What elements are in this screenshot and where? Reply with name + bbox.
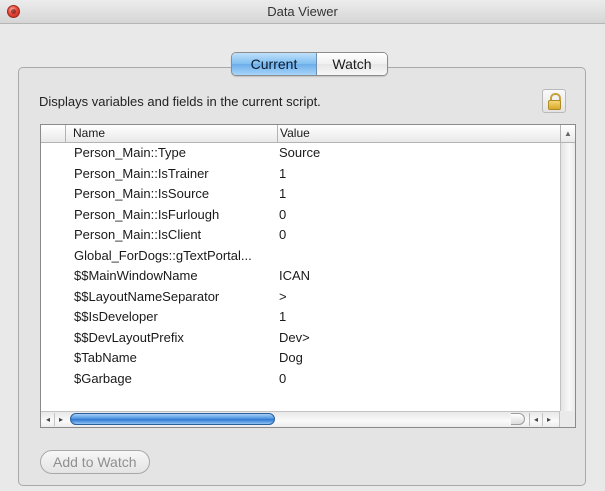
variables-table: Name Value ▲ Person_Main::Type Source Pe… xyxy=(40,124,576,428)
row-name: $$IsDeveloper xyxy=(74,309,158,324)
table-row[interactable]: Person_Main::IsTrainer 1 xyxy=(41,164,559,185)
table-header: Name Value ▲ xyxy=(41,125,575,143)
table-row[interactable]: Global_ForDogs::gTextPortal... xyxy=(41,246,559,267)
window-content: Current Watch Displays variables and fie… xyxy=(0,24,605,491)
table-row[interactable]: Person_Main::IsFurlough 0 xyxy=(41,205,559,226)
scroll-left-end-icon[interactable]: ◂ xyxy=(529,413,542,426)
row-name: $$LayoutNameSeparator xyxy=(74,288,220,304)
row-name: $$MainWindowName xyxy=(74,268,198,283)
add-to-watch-button[interactable]: Add to Watch xyxy=(40,450,150,474)
scroll-right-icon[interactable]: ▸ xyxy=(54,413,67,426)
lock-button[interactable] xyxy=(542,89,566,113)
title-bar: Data Viewer xyxy=(0,0,605,24)
table-row[interactable]: Person_Main::IsClient 0 xyxy=(41,225,559,246)
column-header-value[interactable]: Value xyxy=(278,125,560,142)
tab-watch[interactable]: Watch xyxy=(317,53,387,75)
column-header-name[interactable]: Name xyxy=(67,125,278,142)
row-name: $$DevLayoutPrefix xyxy=(74,329,184,345)
table-row[interactable]: $TabName Dog xyxy=(41,348,559,369)
row-value: 1 xyxy=(279,186,287,201)
view-tabs: Current Watch xyxy=(231,52,388,76)
row-name: $Garbage xyxy=(74,370,132,386)
row-value: 1 xyxy=(279,165,287,181)
row-name: Person_Main::IsTrainer xyxy=(74,165,209,181)
horizontal-scrollbar[interactable]: ◂ ▸ ◂ ▸ xyxy=(41,411,575,427)
row-value: 0 xyxy=(279,370,287,386)
lock-icon-body xyxy=(548,100,561,110)
row-value: Dog xyxy=(279,350,303,365)
scroll-corner xyxy=(559,411,575,427)
table-row[interactable]: Person_Main::Type Source xyxy=(41,143,559,164)
scroll-thumb[interactable] xyxy=(70,413,275,425)
row-value: ICAN xyxy=(279,268,311,283)
table-row[interactable]: Person_Main::IsSource 1 xyxy=(41,184,559,205)
sort-up-icon[interactable]: ▲ xyxy=(560,125,575,142)
scroll-left-icon[interactable]: ◂ xyxy=(42,413,54,426)
table-row[interactable]: $Garbage 0 xyxy=(41,369,559,390)
table-row[interactable]: $$MainWindowName ICAN xyxy=(41,266,559,287)
row-value: 0 xyxy=(279,206,287,222)
row-name: $TabName xyxy=(74,350,137,365)
table-body: Person_Main::Type Source Person_Main::Is… xyxy=(41,143,559,389)
row-name: Person_Main::IsClient xyxy=(74,227,202,242)
row-name: Global_ForDogs::gTextPortal... xyxy=(74,247,252,263)
description-text: Displays variables and fields in the cur… xyxy=(39,94,321,109)
row-value: 1 xyxy=(279,309,287,324)
window-title: Data Viewer xyxy=(267,4,338,19)
table-row[interactable]: $$IsDeveloper 1 xyxy=(41,307,559,328)
tab-current[interactable]: Current xyxy=(232,53,317,75)
header-blank-column[interactable] xyxy=(41,125,66,142)
vertical-scrollbar[interactable] xyxy=(560,143,575,411)
scroll-track-end xyxy=(511,413,525,425)
row-name: Person_Main::IsFurlough xyxy=(74,206,220,222)
row-value: > xyxy=(279,288,287,304)
table-row[interactable]: $$LayoutNameSeparator > xyxy=(41,287,559,308)
row-value: Source xyxy=(279,145,321,160)
row-name: Person_Main::IsSource xyxy=(74,186,210,201)
scroll-right-end-icon[interactable]: ▸ xyxy=(542,413,555,426)
row-name: Person_Main::Type xyxy=(74,145,187,160)
row-value: Dev> xyxy=(279,329,310,345)
table-row[interactable]: $$DevLayoutPrefix Dev> xyxy=(41,328,559,349)
row-value: 0 xyxy=(279,227,287,242)
